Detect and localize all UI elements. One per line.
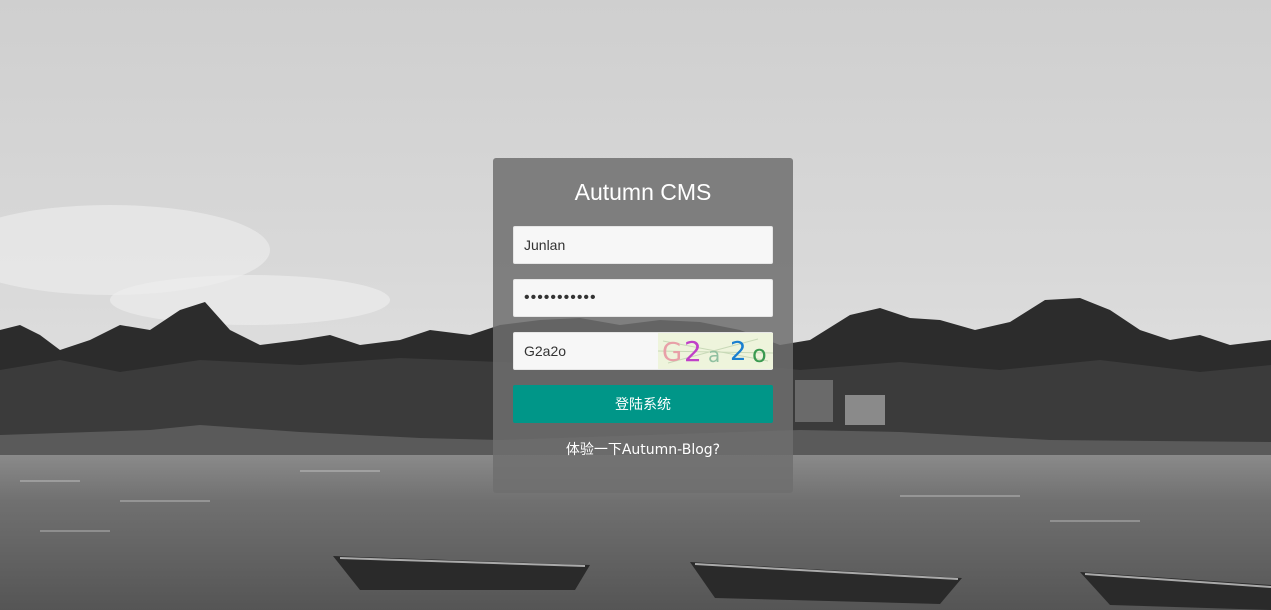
captcha-char-3: a [708,343,720,367]
blog-link[interactable]: 体验一下Autumn-Blog? [493,439,793,459]
login-card: Autumn CMS G 2 a 2 o 登陆系统 体验一下Autumn-Blo… [493,158,793,493]
captcha-image[interactable]: G 2 a 2 o [658,333,773,369]
username-input[interactable] [513,226,773,264]
password-input[interactable] [513,279,773,317]
login-page: Autumn CMS G 2 a 2 o 登陆系统 体验一下Autumn-Blo… [0,0,1271,610]
captcha-char-1: G [662,338,682,368]
app-title: Autumn CMS [574,179,712,205]
captcha-char-5: o [752,340,767,368]
captcha-char-4: 2 [730,337,747,367]
captcha-char-2: 2 [684,335,702,368]
login-button[interactable]: 登陆系统 [513,385,773,423]
